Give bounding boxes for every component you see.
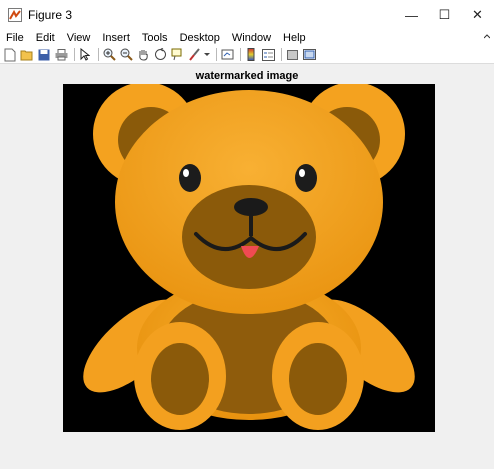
figure-toolbar (0, 46, 494, 64)
save-icon[interactable] (37, 48, 51, 62)
brush-icon[interactable] (187, 48, 201, 62)
insert-colorbar-icon[interactable] (244, 48, 258, 62)
zoom-out-icon[interactable] (119, 48, 133, 62)
minimize-button[interactable]: — (395, 0, 428, 30)
menu-view[interactable]: View (61, 32, 97, 44)
print-icon[interactable] (54, 48, 68, 62)
menu-desktop[interactable]: Desktop (174, 32, 226, 44)
link-plot-icon[interactable] (220, 48, 234, 62)
brush-dropdown-chevron-icon[interactable] (204, 48, 210, 62)
menu-insert[interactable]: Insert (96, 32, 136, 44)
insert-legend-icon[interactable] (261, 48, 275, 62)
zoom-in-icon[interactable] (102, 48, 116, 62)
menu-help[interactable]: Help (277, 32, 312, 44)
title-bar: Figure 3 — ☐ ✕ (0, 0, 494, 30)
data-cursor-icon[interactable] (170, 48, 184, 62)
toolbar-separator (74, 48, 75, 61)
toolbar-separator (240, 48, 241, 61)
figure-canvas[interactable]: watermarked image (0, 64, 494, 469)
matlab-figure-icon (8, 8, 22, 22)
window-title: Figure 3 (28, 8, 73, 22)
new-figure-icon[interactable] (3, 48, 17, 62)
pan-hand-icon[interactable] (136, 48, 150, 62)
close-button[interactable]: ✕ (461, 0, 494, 30)
teddy-bear-image (63, 82, 435, 432)
toolbar-separator (98, 48, 99, 61)
menu-overflow-arrow-icon[interactable] (483, 32, 491, 42)
menu-edit[interactable]: Edit (30, 32, 61, 44)
image-axes[interactable] (63, 82, 435, 432)
toolbar-separator (216, 48, 217, 61)
show-plot-tools-icon[interactable] (302, 48, 316, 62)
edit-plot-arrow-icon[interactable] (78, 48, 92, 62)
toolbar-separator (281, 48, 282, 61)
maximize-button[interactable]: ☐ (428, 0, 461, 30)
rotate-3d-icon[interactable] (153, 48, 167, 62)
axes-title: watermarked image (195, 70, 299, 82)
menu-file[interactable]: File (0, 32, 30, 44)
menu-bar: File Edit View Insert Tools Desktop Wind… (0, 30, 494, 46)
open-file-icon[interactable] (20, 48, 34, 62)
menu-window[interactable]: Window (226, 32, 277, 44)
menu-tools[interactable]: Tools (136, 32, 174, 44)
hide-plot-tools-icon[interactable] (285, 48, 299, 62)
